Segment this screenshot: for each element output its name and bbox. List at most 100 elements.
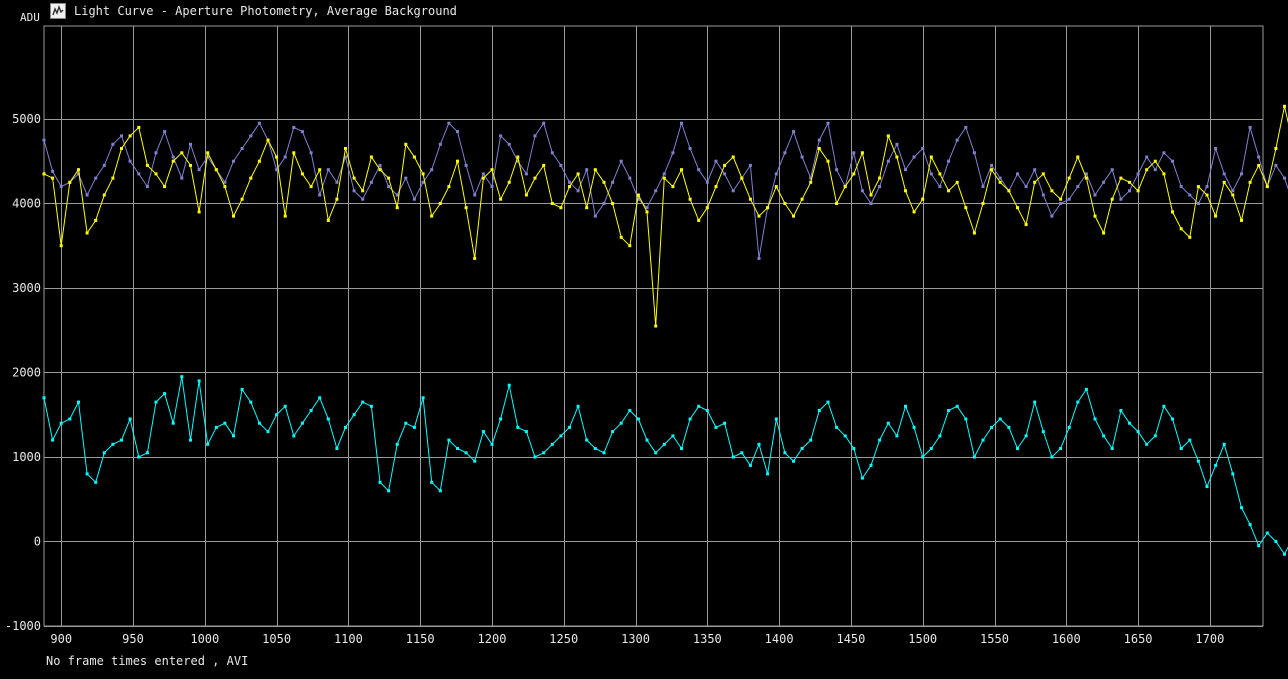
data-point <box>344 425 347 429</box>
data-point <box>1041 172 1045 176</box>
data-point <box>619 421 623 425</box>
data-point <box>507 142 511 146</box>
data-point <box>774 417 778 421</box>
data-point <box>938 185 942 189</box>
data-point <box>843 434 847 438</box>
data-point <box>1067 176 1071 180</box>
data-point <box>180 151 184 155</box>
data-point <box>447 121 451 125</box>
data-point <box>249 176 253 180</box>
data-point <box>1214 214 1218 218</box>
series-1 <box>42 121 1288 260</box>
grid <box>43 25 1264 627</box>
data-point <box>171 159 175 163</box>
data-point <box>223 421 227 425</box>
data-point <box>628 176 632 180</box>
data-point <box>559 206 563 210</box>
data-point <box>748 197 752 201</box>
data-point <box>1024 185 1028 189</box>
data-point <box>860 476 864 480</box>
series-3 <box>42 375 1288 556</box>
data-point <box>688 147 692 150</box>
data-point <box>257 159 261 163</box>
data-point <box>1067 425 1071 429</box>
data-point <box>1050 214 1054 218</box>
data-point <box>904 168 907 172</box>
data-point <box>378 480 382 484</box>
data-point <box>318 396 322 400</box>
data-point <box>585 438 589 442</box>
data-point <box>1188 235 1192 239</box>
data-point <box>387 489 391 493</box>
data-point <box>792 459 795 463</box>
data-point <box>1033 168 1037 172</box>
data-point <box>731 189 735 193</box>
data-point <box>688 197 692 201</box>
data-point <box>163 392 167 396</box>
data-point <box>369 180 373 184</box>
data-point <box>507 180 511 184</box>
series-line <box>43 106 1288 327</box>
data-point <box>94 218 98 222</box>
data-point <box>232 159 235 163</box>
data-point <box>955 138 959 142</box>
data-point <box>481 172 485 176</box>
data-point <box>499 417 503 421</box>
data-point <box>59 421 63 425</box>
data-point <box>395 206 399 210</box>
data-point <box>947 409 951 412</box>
data-point <box>1162 404 1166 408</box>
data-point <box>1128 180 1131 184</box>
data-point <box>800 447 804 450</box>
data-point <box>1016 206 1019 210</box>
data-point <box>51 438 55 442</box>
data-point <box>1248 125 1252 129</box>
data-point <box>102 193 106 197</box>
y-tick-label: -1000 <box>5 619 41 633</box>
data-point <box>369 404 373 408</box>
data-point <box>1188 438 1192 442</box>
data-point <box>1024 434 1028 438</box>
data-point <box>137 125 141 129</box>
data-point <box>344 147 347 150</box>
data-point <box>1240 218 1243 222</box>
data-point <box>671 434 675 438</box>
data-point <box>85 193 89 197</box>
data-point <box>912 425 916 429</box>
data-point <box>542 451 546 455</box>
series-line <box>43 121 1288 259</box>
data-point <box>1257 544 1261 548</box>
data-point <box>929 155 933 159</box>
x-tick-label: 1250 <box>549 632 578 646</box>
data-point <box>524 172 528 176</box>
data-point <box>77 168 80 172</box>
data-point <box>568 425 571 429</box>
data-point <box>507 383 511 387</box>
data-point <box>662 176 666 180</box>
data-point <box>1084 176 1088 180</box>
data-point <box>1102 180 1106 184</box>
data-point <box>602 180 606 184</box>
plot-border <box>43 25 1264 627</box>
data-point <box>809 180 813 184</box>
data-point <box>636 193 640 197</box>
data-point <box>602 202 606 205</box>
data-point <box>447 438 451 442</box>
data-point <box>1136 172 1140 176</box>
data-point <box>1188 193 1192 197</box>
data-point <box>697 218 701 222</box>
data-point <box>490 185 494 189</box>
data-point <box>1274 540 1278 543</box>
data-point <box>1240 506 1243 510</box>
data-point <box>697 168 701 172</box>
data-point <box>1041 430 1045 434</box>
data-point <box>456 130 459 134</box>
data-point <box>636 417 640 421</box>
data-point <box>680 447 683 450</box>
data-point <box>671 185 675 189</box>
data-point <box>869 463 873 467</box>
data-point <box>662 442 666 446</box>
data-point <box>266 430 270 434</box>
data-point <box>662 172 666 176</box>
data-point <box>1283 176 1286 180</box>
